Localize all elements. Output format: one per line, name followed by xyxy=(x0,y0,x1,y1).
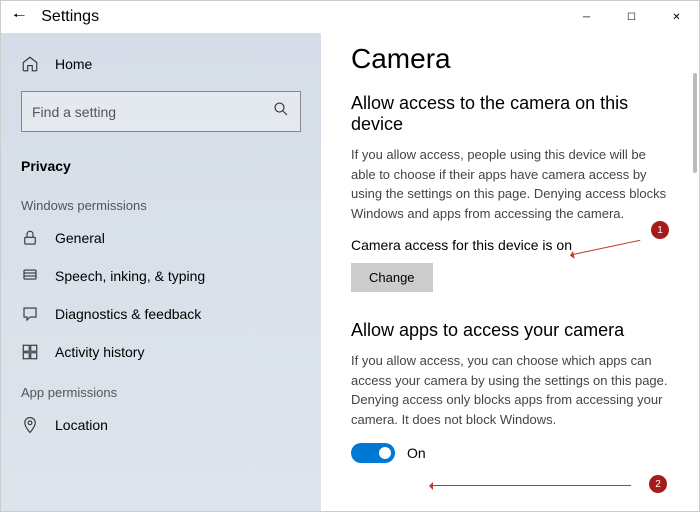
annotation-arrow-2 xyxy=(431,485,631,486)
window-title: Settings xyxy=(41,8,99,26)
sidebar-selected-category[interactable]: Privacy xyxy=(1,148,321,184)
sidebar-item-location[interactable]: Location xyxy=(1,406,321,444)
home-icon xyxy=(21,55,39,73)
speech-icon xyxy=(21,267,39,285)
section1-title: Allow access to the camera on this devic… xyxy=(351,93,669,135)
sidebar-item-label: Speech, inking, & typing xyxy=(55,268,205,284)
scrollbar[interactable] xyxy=(693,73,697,173)
apps-access-toggle[interactable] xyxy=(351,443,395,463)
sidebar-item-label: General xyxy=(55,230,105,246)
section-header-windows: Windows permissions xyxy=(1,184,321,219)
main-panel: Camera Allow access to the camera on thi… xyxy=(321,33,699,511)
camera-access-status: Camera access for this device is on xyxy=(351,237,669,253)
annotation-badge-2: 2 xyxy=(649,475,667,493)
annotation-badge-1: 1 xyxy=(651,221,669,239)
activity-icon xyxy=(21,343,39,361)
page-title: Camera xyxy=(351,43,669,75)
search-icon xyxy=(272,100,290,123)
close-button[interactable]: ✕ xyxy=(654,1,699,33)
titlebar: 🠐 Settings ─ ☐ ✕ xyxy=(1,1,699,33)
location-icon xyxy=(21,416,39,434)
section-header-app: App permissions xyxy=(1,371,321,406)
toggle-knob xyxy=(379,447,391,459)
toggle-label: On xyxy=(407,445,426,461)
minimize-button[interactable]: ─ xyxy=(564,1,609,33)
search-box[interactable] xyxy=(21,91,301,132)
change-button[interactable]: Change xyxy=(351,263,433,292)
sidebar-home[interactable]: Home xyxy=(1,45,321,83)
section1-desc: If you allow access, people using this d… xyxy=(351,145,669,223)
maximize-button[interactable]: ☐ xyxy=(609,1,654,33)
section2-title: Allow apps to access your camera xyxy=(351,320,669,341)
sidebar-item-label: Location xyxy=(55,417,108,433)
feedback-icon xyxy=(21,305,39,323)
lock-icon xyxy=(21,229,39,247)
sidebar-item-speech[interactable]: Speech, inking, & typing xyxy=(1,257,321,295)
sidebar-item-label: Activity history xyxy=(55,344,144,360)
back-button[interactable]: 🠐 xyxy=(13,5,25,29)
sidebar-item-activity[interactable]: Activity history xyxy=(1,333,321,371)
section2-desc: If you allow access, you can choose whic… xyxy=(351,351,669,429)
sidebar: Home Privacy Windows permissions General xyxy=(1,33,321,511)
sidebar-item-diagnostics[interactable]: Diagnostics & feedback xyxy=(1,295,321,333)
sidebar-item-general[interactable]: General xyxy=(1,219,321,257)
search-input[interactable] xyxy=(32,104,272,120)
sidebar-home-label: Home xyxy=(55,56,92,72)
sidebar-item-label: Diagnostics & feedback xyxy=(55,306,201,322)
